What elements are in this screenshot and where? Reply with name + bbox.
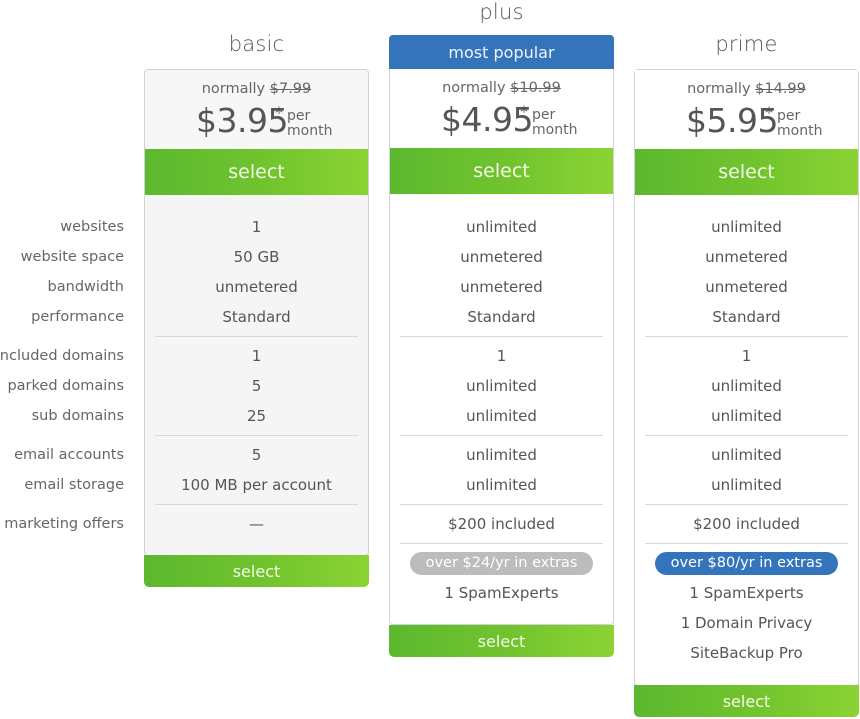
- feature-value: Standard: [222, 308, 291, 326]
- price-box: normally $7.99 $3.95 * per month: [145, 70, 368, 149]
- most-popular-badge: most popular: [389, 35, 614, 69]
- feature-value: 1: [741, 347, 752, 365]
- row-divider: [645, 435, 848, 436]
- period-label: month: [287, 123, 333, 139]
- old-price: $14.99: [755, 81, 806, 97]
- select-button-prime[interactable]: select: [635, 149, 858, 195]
- per-label: per: [532, 107, 556, 123]
- price-period: per month: [532, 108, 577, 138]
- price-line: $5.95 * per month: [635, 101, 858, 145]
- row-divider: [400, 504, 603, 505]
- feature-value: Standard: [467, 308, 536, 326]
- feature-label: email storage: [24, 477, 124, 493]
- feature-value: unlimited: [711, 218, 782, 236]
- row-divider: [155, 504, 358, 505]
- asterisk: *: [765, 103, 773, 122]
- feature-value: unlimited: [466, 218, 537, 236]
- normally-label: normally: [201, 81, 266, 97]
- feature-value: 1: [251, 218, 262, 236]
- old-price: $7.99: [269, 81, 312, 97]
- feature-value: unmetered: [460, 248, 543, 266]
- price-period: per month: [287, 109, 332, 139]
- select-bottom-button-prime[interactable]: select: [634, 685, 859, 717]
- normally-label: normally: [442, 80, 506, 96]
- feature-label: websites: [60, 219, 124, 235]
- extras-value-pill: over $24/yr in extras: [410, 552, 593, 575]
- row-divider: [400, 543, 603, 544]
- feature-value: unlimited: [711, 377, 782, 395]
- normal-price: normally $7.99: [145, 81, 368, 97]
- normally-label: normally: [687, 81, 751, 97]
- feature-value: —: [249, 515, 264, 533]
- feature-label: included domains: [0, 348, 124, 364]
- price-period: per month: [777, 109, 822, 139]
- select-button-basic[interactable]: select: [145, 149, 368, 195]
- per-label: per: [287, 108, 311, 124]
- feature-value: 50 GB: [233, 248, 280, 266]
- feature-value: $200 included: [448, 515, 555, 533]
- extras-value-pill: over $80/yr in extras: [655, 552, 838, 575]
- feature-label: performance: [31, 309, 124, 325]
- feature-label: website space: [20, 249, 124, 265]
- row-divider: [400, 336, 603, 337]
- feature-value: $200 included: [693, 515, 800, 533]
- feature-value: unlimited: [466, 377, 537, 395]
- feature-value: 1: [251, 347, 262, 365]
- feature-value: unlimited: [466, 446, 537, 464]
- plan-title-plus: plus: [479, 0, 524, 24]
- feature-value: unmetered: [705, 278, 788, 296]
- feature-value: 5: [251, 377, 262, 395]
- feature-value: 5: [251, 446, 262, 464]
- row-divider: [645, 504, 848, 505]
- feature-value: Standard: [712, 308, 781, 326]
- feature-value: unlimited: [466, 407, 537, 425]
- feature-value: unmetered: [460, 278, 543, 296]
- select-bottom-button-basic[interactable]: select: [144, 555, 369, 587]
- feature-value: 100 MB per account: [181, 476, 332, 494]
- extra-item: SiteBackup Pro: [690, 644, 803, 662]
- extra-item: 1 SpamExperts: [689, 584, 804, 602]
- feature-label: marketing offers: [4, 516, 124, 532]
- feature-label: sub domains: [31, 408, 124, 424]
- normal-price: normally $14.99: [635, 81, 858, 97]
- select-bottom-button-plus[interactable]: select: [389, 625, 614, 657]
- price-line: $4.95 * per month: [390, 100, 613, 144]
- price-line: $3.95 * per month: [145, 101, 368, 145]
- feature-value: unlimited: [711, 476, 782, 494]
- feature-value: unmetered: [705, 248, 788, 266]
- price-box: normally $10.99 $4.95 * per month: [390, 69, 613, 148]
- asterisk: *: [520, 102, 528, 121]
- row-divider: [645, 336, 848, 337]
- feature-value: unlimited: [466, 476, 537, 494]
- plan-title-basic: basic: [228, 32, 285, 56]
- old-price: $10.99: [510, 80, 561, 96]
- feature-value: 25: [246, 407, 267, 425]
- feature-value: unmetered: [215, 278, 298, 296]
- feature-value: unlimited: [711, 446, 782, 464]
- feature-value: 1: [496, 347, 507, 365]
- row-divider: [155, 336, 358, 337]
- per-label: per: [777, 108, 801, 124]
- normal-price: normally $10.99: [390, 80, 613, 96]
- plan-title-prime: prime: [715, 32, 778, 56]
- row-divider: [400, 435, 603, 436]
- feature-label: email accounts: [14, 447, 124, 463]
- feature-label: bandwidth: [47, 279, 124, 295]
- period-label: month: [532, 122, 578, 138]
- select-button-plus[interactable]: select: [390, 148, 613, 194]
- row-divider: [645, 543, 848, 544]
- feature-value: unlimited: [711, 407, 782, 425]
- price-box: normally $14.99 $5.95 * per month: [635, 70, 858, 149]
- extra-item: 1 SpamExperts: [444, 584, 559, 602]
- asterisk: *: [275, 103, 283, 122]
- feature-label: parked domains: [7, 378, 124, 394]
- row-divider: [155, 435, 358, 436]
- extra-item: 1 Domain Privacy: [680, 614, 813, 632]
- period-label: month: [777, 123, 823, 139]
